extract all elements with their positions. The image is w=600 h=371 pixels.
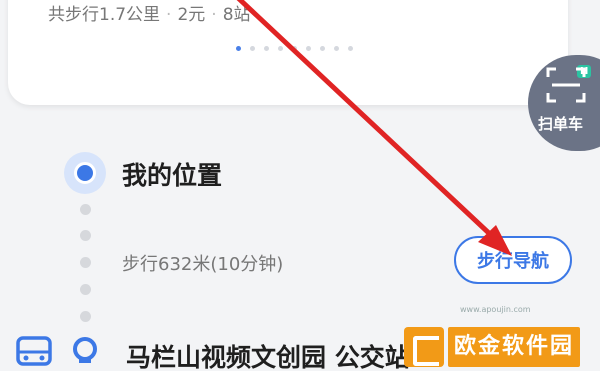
annotation-arrow	[236, 0, 512, 256]
